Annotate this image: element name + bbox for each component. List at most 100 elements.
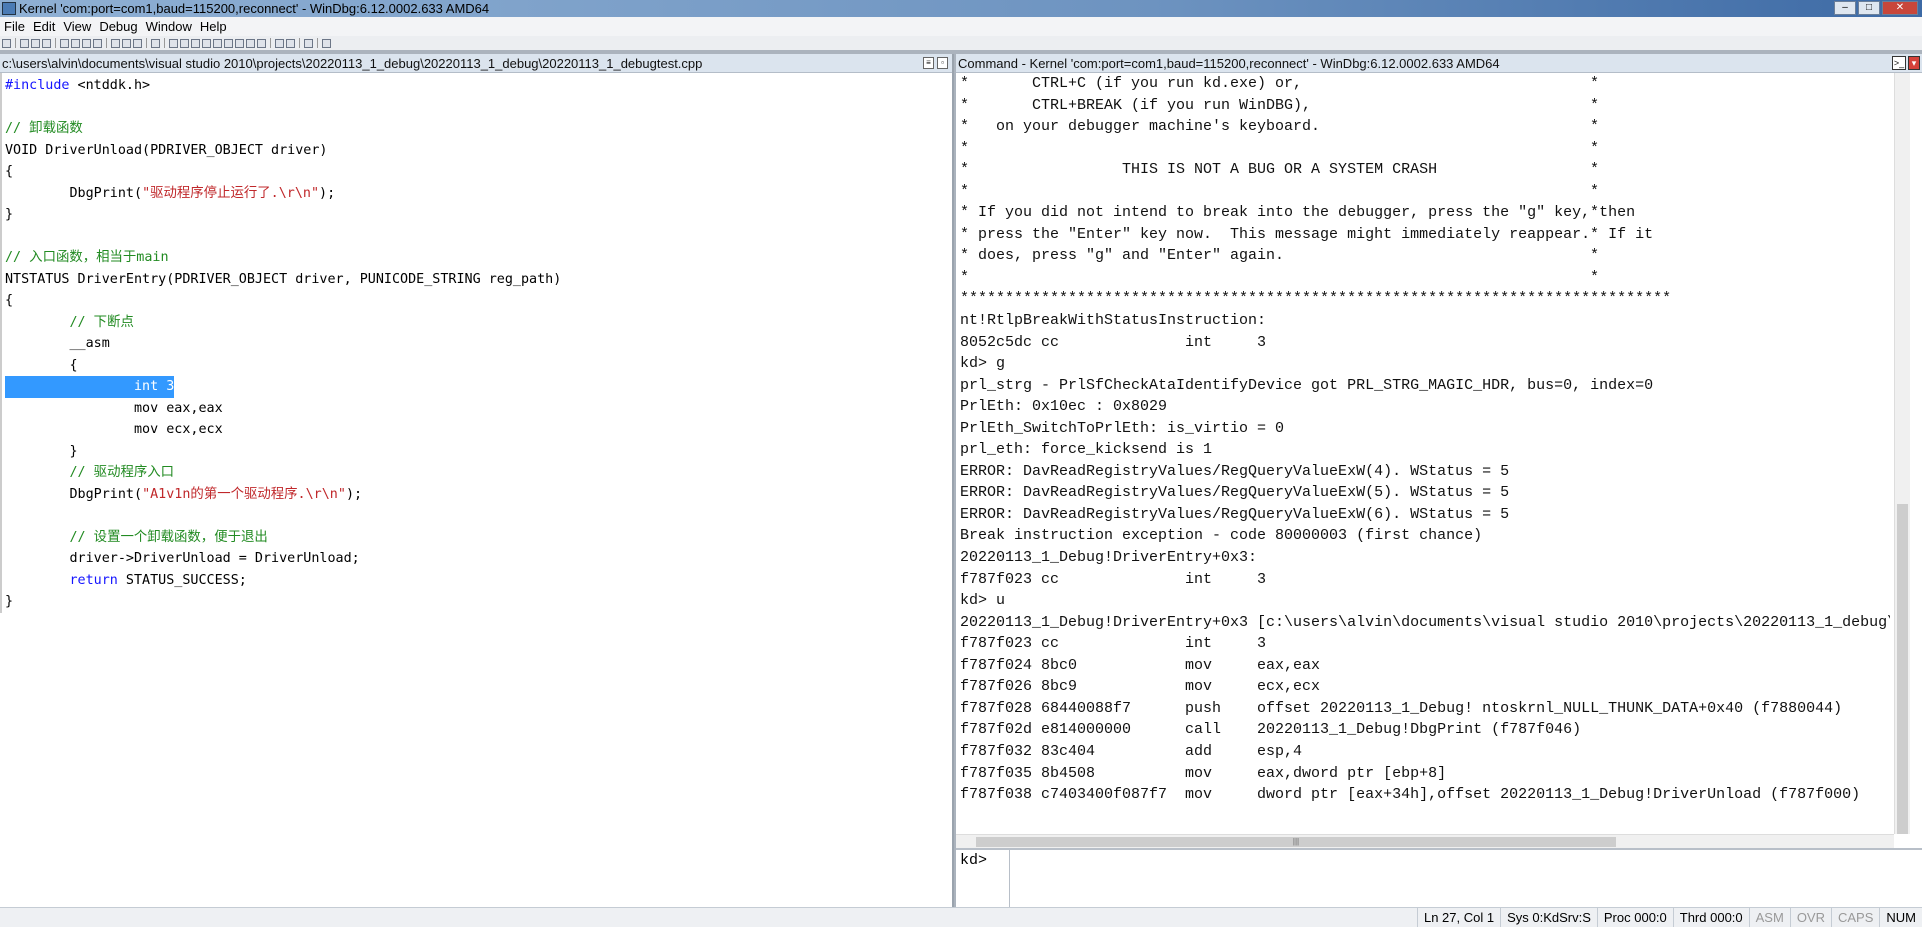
output-text: f787f035 8b4508 mov eax,dword ptr [ebp+8… [960, 764, 1447, 782]
menu-edit[interactable]: Edit [29, 19, 59, 34]
toolbar-button-icon[interactable] [151, 38, 160, 48]
toolbar-separator [15, 38, 16, 48]
code-token: ); [345, 486, 363, 502]
toolbar [0, 36, 1922, 50]
output-text: 20220113_1_Debug!DriverEntry+0x3: [960, 549, 1258, 567]
command-input[interactable] [1010, 850, 1922, 907]
output-line: PrlEth_SwitchToPrlEth: is_virtio = 0 [960, 418, 1890, 440]
banner-edge: * [1590, 268, 1600, 286]
toolbar-button-icon[interactable] [31, 38, 40, 48]
toolbar-button-icon[interactable] [191, 38, 200, 48]
source-line: // 卸载函数 [5, 118, 952, 140]
banner-edge: * [1590, 118, 1600, 136]
output-text: prl_eth: force_kicksend is 1 [960, 441, 1213, 459]
toolbar-button-icon[interactable] [122, 38, 131, 48]
output-line: f787f023 cc int 3 [960, 569, 1890, 591]
source-file-icon[interactable]: ≡ [923, 57, 934, 69]
toolbar-button-icon[interactable] [169, 38, 178, 48]
toolbar-button-icon[interactable] [322, 38, 331, 48]
output-text: f787f032 83c404 add esp,4 [960, 742, 1303, 760]
toolbar-button-icon[interactable] [180, 38, 189, 48]
menu-view[interactable]: View [59, 19, 95, 34]
code-token: #include [5, 78, 70, 93]
title-bar: Kernel 'com:port=com1,baud=115200,reconn… [0, 0, 1922, 17]
toolbar-button-icon[interactable] [304, 38, 313, 48]
close-button[interactable]: ✕ [1882, 1, 1918, 15]
output-text: ERROR: DavReadRegistryValues/RegQueryVal… [960, 462, 1510, 480]
horizontal-scroll-thumb[interactable]: ||| [976, 837, 1616, 847]
output-text: f787f024 8bc0 mov eax,eax [960, 656, 1321, 674]
code-token: driver->DriverUnload = DriverUnload; [5, 551, 360, 566]
toolbar-button-icon[interactable] [275, 38, 284, 48]
output-text: ERROR: DavReadRegistryValues/RegQueryVal… [960, 484, 1510, 502]
output-text: 20220113_1_Debug!DriverEntry+0x3 [c:\use… [960, 613, 1890, 631]
menu-debug[interactable]: Debug [95, 19, 141, 34]
code-token: DbgPrint( [5, 486, 143, 502]
menu-window[interactable]: Window [142, 19, 196, 34]
maximize-button[interactable]: □ [1858, 1, 1880, 15]
source-window: c:\users\alvin\documents\visual studio 2… [0, 54, 954, 907]
output-line: kd> u [960, 590, 1890, 612]
code-token: } [5, 443, 78, 459]
vertical-scroll-thumb[interactable] [1897, 504, 1908, 834]
output-text: f787f026 8bc9 mov ecx,ecx [960, 678, 1321, 696]
output-text: nt!RtlpBreakWithStatusInstruction: [960, 312, 1267, 330]
code-token: mov eax,eax [5, 400, 223, 416]
output-text: * [960, 268, 970, 286]
banner-edge: * [1590, 247, 1600, 265]
output-line: ERROR: DavReadRegistryValues/RegQueryVal… [960, 482, 1890, 504]
output-line: f787f02d e814000000 call 20220113_1_Debu… [960, 719, 1890, 741]
command-close-icon[interactable]: ▾ [1908, 56, 1920, 70]
source-line: // 下断点 [5, 312, 952, 334]
code-token: <ntddk.h> [69, 78, 151, 93]
code-token: return [69, 572, 118, 588]
output-text: f787f028 68440088f7 push offset 20220113… [960, 699, 1843, 717]
toolbar-button-icon[interactable] [257, 38, 266, 48]
status-ovr: OVR [1789, 908, 1831, 927]
toolbar-button-icon[interactable] [71, 38, 80, 48]
source-line [5, 505, 952, 527]
toolbar-button-icon[interactable] [60, 38, 69, 48]
output-line: f787f026 8bc9 mov ecx,ecx [960, 676, 1890, 698]
toolbar-button-icon[interactable] [111, 38, 120, 48]
source-code-view[interactable]: #include <ntddk.h> // 卸载函数 VOID DriverUnlo… [0, 73, 952, 613]
output-line: f787f028 68440088f7 push offset 20220113… [960, 698, 1890, 720]
source-path: c:\users\alvin\documents\visual studio 2… [2, 56, 703, 71]
command-prompt-icon[interactable]: >_ [1892, 56, 1906, 70]
toolbar-button-icon[interactable] [42, 38, 51, 48]
toolbar-button-icon[interactable] [224, 38, 233, 48]
output-text: kd> g [960, 355, 1006, 373]
source-line: VOID DriverUnload(PDRIVER_OBJECT driver) [5, 140, 952, 162]
banner-edge: * [1590, 96, 1600, 114]
toolbar-button-icon[interactable] [133, 38, 142, 48]
output-text: * If you did not intend to break into th… [960, 204, 1636, 222]
toolbar-button-icon[interactable] [202, 38, 211, 48]
output-line: Break instruction exception - code 80000… [960, 525, 1890, 547]
toolbar-button-icon[interactable] [235, 38, 244, 48]
code-token: } [5, 594, 14, 609]
toolbar-button-icon[interactable] [2, 38, 11, 48]
source-line: #include <ntddk.h> [5, 75, 952, 97]
output-line: * If you did not intend to break into th… [960, 202, 1890, 224]
output-line: prl_eth: force_kicksend is 1 [960, 439, 1890, 461]
output-line: * * [960, 138, 1890, 160]
output-line: * press the "Enter" key now. This messag… [960, 224, 1890, 246]
horizontal-scrollbar[interactable]: ||| [956, 834, 1894, 848]
output-line: kd> g [960, 353, 1890, 375]
toolbar-button-icon[interactable] [82, 38, 91, 48]
toolbar-button-icon[interactable] [286, 38, 295, 48]
vertical-scrollbar[interactable] [1894, 73, 1910, 834]
toolbar-button-icon[interactable] [93, 38, 102, 48]
toolbar-button-icon[interactable] [246, 38, 255, 48]
toolbar-button-icon[interactable] [213, 38, 222, 48]
source-options-icon[interactable]: ▫ [937, 57, 948, 69]
toolbar-button-icon[interactable] [20, 38, 29, 48]
output-line: nt!RtlpBreakWithStatusInstruction: [960, 310, 1890, 332]
menu-help[interactable]: Help [196, 19, 231, 34]
minimize-button[interactable]: – [1834, 1, 1856, 15]
command-output: * CTRL+C (if you run kd.exe) or, * * CTRL+… [960, 73, 1890, 835]
menu-file[interactable]: File [0, 19, 29, 34]
